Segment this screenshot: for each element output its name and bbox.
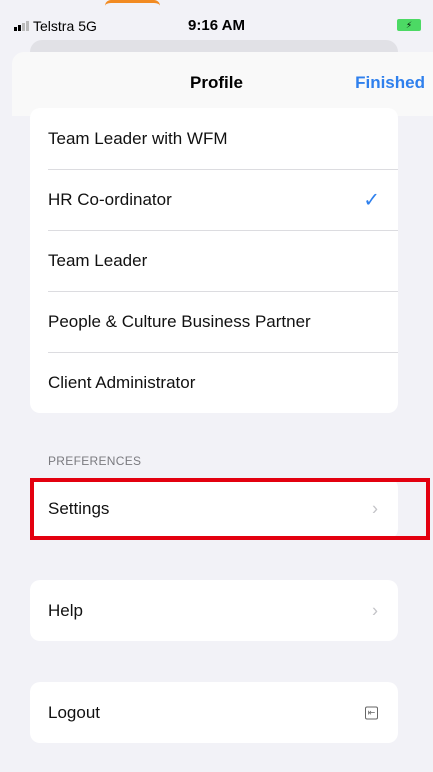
chevron-right-icon: › xyxy=(372,498,378,518)
role-item-client-admin[interactable]: Client Administrator xyxy=(30,352,398,413)
checkmark-icon: ✓ xyxy=(363,189,380,211)
role-label: Client Administrator xyxy=(48,372,196,392)
help-row[interactable]: Help › xyxy=(30,580,398,641)
battery-charging-icon: ⚡ xyxy=(397,19,421,31)
status-time: 9:16 AM xyxy=(188,17,245,34)
settings-label: Settings xyxy=(48,498,110,518)
role-item-people-culture[interactable]: People & Culture Business Partner xyxy=(30,291,398,352)
role-item-team-leader-wfm[interactable]: Team Leader with WFM xyxy=(30,108,398,169)
roles-card: Team Leader with WFM HR Co-ordinator ✓ T… xyxy=(30,108,398,413)
finished-button[interactable]: Finished xyxy=(355,73,425,93)
status-bar: Telstra 5G 9:16 AM ⚡ xyxy=(0,0,433,40)
logout-card: Logout ⇤ xyxy=(30,682,398,743)
role-item-hr-coordinator[interactable]: HR Co-ordinator ✓ xyxy=(30,169,398,230)
settings-row[interactable]: Settings › xyxy=(30,478,398,539)
help-label: Help xyxy=(48,600,83,620)
role-label: HR Co-ordinator xyxy=(48,189,172,209)
role-label: Team Leader xyxy=(48,250,148,270)
chevron-right-icon: › xyxy=(372,600,378,620)
orange-mark xyxy=(105,0,160,8)
preferences-header: PREFERENCES xyxy=(48,454,142,468)
role-label: People & Culture Business Partner xyxy=(48,311,311,331)
logout-label: Logout xyxy=(48,702,100,722)
role-label: Team Leader with WFM xyxy=(48,128,228,148)
role-item-team-leader[interactable]: Team Leader xyxy=(30,230,398,291)
logout-icon: ⇤ xyxy=(365,706,378,719)
help-card: Help › xyxy=(30,580,398,641)
preferences-card: Settings › xyxy=(30,478,398,539)
logout-row[interactable]: Logout ⇤ xyxy=(30,682,398,743)
